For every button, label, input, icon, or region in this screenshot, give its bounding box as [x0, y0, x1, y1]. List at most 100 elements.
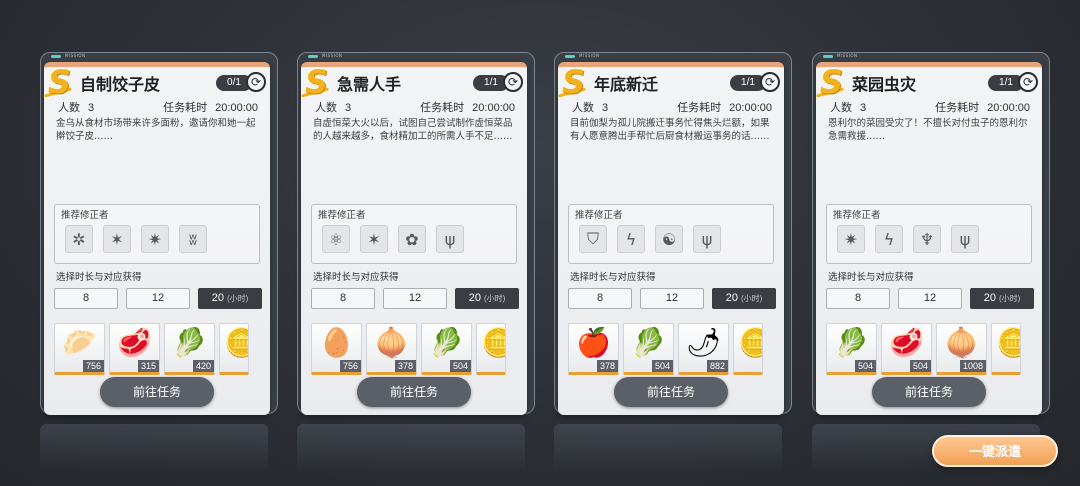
refresh-icon[interactable]: ⟳: [1018, 72, 1038, 92]
trident-icon[interactable]: ψ: [436, 225, 464, 253]
people-count-value: 3: [860, 102, 867, 114]
twin-flame-icon[interactable]: ʬ: [179, 225, 207, 253]
reward-item[interactable]: 🥬 504: [623, 323, 674, 375]
reward-item[interactable]: 🧅 378: [366, 323, 417, 375]
reward-quantity: 420: [192, 360, 214, 372]
duration-label: 选择时长与对应获得: [828, 272, 914, 283]
shield-icon[interactable]: ⛉: [579, 225, 607, 253]
mission-card[interactable]: MISSION S 年底新迁 1/1 ⟳ 人数 3 任务耗时 20:00:00 目前伽梨为孤儿院搬…: [554, 52, 792, 420]
mission-card[interactable]: MISSION S 急需人手 1/1 ⟳ 人数 3 任务耗时 20:00:00 自虚恒菜大火以后，…: [297, 52, 535, 420]
people-count: 人数 3: [315, 99, 351, 115]
atom-icon[interactable]: ⚛: [322, 225, 350, 253]
trident-icon[interactable]: ψ: [951, 225, 979, 253]
people-count-label: 人数: [830, 101, 852, 114]
refresh-icon[interactable]: ⟳: [503, 72, 523, 92]
reward-quantity: 504: [449, 360, 471, 372]
duration-option-20[interactable]: 20 (小时): [970, 288, 1034, 309]
duration-option-12[interactable]: 12: [898, 288, 962, 309]
lightning-icon[interactable]: ϟ: [617, 225, 645, 253]
reward-item[interactable]: 🪙: [219, 323, 249, 375]
six-point-star-icon[interactable]: ✶: [360, 225, 388, 253]
duration-value: 20: [468, 292, 481, 304]
reward-item[interactable]: 🥚 756: [311, 323, 362, 375]
reward-item[interactable]: 🪙: [476, 323, 506, 375]
crest-icon[interactable]: ♆: [913, 225, 941, 253]
recommended-box: 推荐修正者 ✷ ϟ ♆ ψ: [826, 204, 1032, 264]
mission-tag-marker: [51, 55, 61, 58]
lightning-icon[interactable]: ϟ: [875, 225, 903, 253]
reward-quantity: 1008: [959, 360, 986, 372]
star-burst-icon[interactable]: ✷: [141, 225, 169, 253]
duration-value: 20: [211, 292, 224, 304]
mission-time: 任务耗时 20:00:00: [677, 99, 772, 115]
reward-quantity: 378: [596, 360, 618, 372]
egg-icon: 🥚: [319, 326, 354, 359]
duration-option-8[interactable]: 8: [568, 288, 632, 309]
reward-quantity: 504: [909, 360, 931, 372]
six-point-star-icon[interactable]: ✶: [103, 225, 131, 253]
star-burst-icon[interactable]: ✷: [837, 225, 865, 253]
raw-meat-icon: 🥩: [117, 326, 152, 359]
duration-options: 8 12 20 (小时): [826, 288, 1034, 309]
duration-option-20[interactable]: 20 (小时): [712, 288, 776, 309]
duration-option-20[interactable]: 20 (小时): [455, 288, 519, 309]
duration-value: 12: [665, 292, 679, 304]
reward-item[interactable]: 🍎 378: [568, 323, 619, 375]
mission-card[interactable]: MISSION S 菜园虫灾 1/1 ⟳ 人数 3 任务耗时 20:00:00 恩利尔的菜园受灾了…: [812, 52, 1050, 420]
recommended-box: 推荐修正者 ⚛ ✶ ✿ ψ: [311, 204, 517, 264]
flower-icon[interactable]: ✿: [398, 225, 426, 253]
duration-option-12[interactable]: 12: [126, 288, 190, 309]
reward-item[interactable]: 🥬 504: [421, 323, 472, 375]
duration-option-8[interactable]: 8: [54, 288, 118, 309]
bok-choy-icon: 🥬: [834, 326, 869, 359]
hours-unit: (小时): [740, 294, 763, 303]
recommended-label: 推荐修正者: [575, 210, 623, 221]
mission-card[interactable]: MISSION S 自制饺子皮 0/1 ⟳ 人数 3 任务耗时 20:00:00 金乌从食材市场带…: [40, 52, 278, 420]
mission-tag: MISSION: [837, 53, 858, 58]
hours-unit: (小时): [226, 294, 249, 303]
duration-value: 12: [408, 292, 422, 304]
reward-item[interactable]: 🪙: [991, 323, 1021, 375]
reward-item[interactable]: 🥩 315: [109, 323, 160, 375]
reward-list: 🥬504🥩504🧅1008🪙: [826, 323, 1021, 375]
duration-option-20[interactable]: 20 (小时): [198, 288, 262, 309]
duration-option-8[interactable]: 8: [311, 288, 375, 309]
mission-time: 任务耗时 20:00:00: [163, 99, 258, 115]
card-reflection: [554, 424, 782, 474]
people-count-label: 人数: [58, 101, 80, 114]
reward-quantity: 882: [706, 360, 728, 372]
refresh-icon[interactable]: ⟳: [246, 72, 266, 92]
spiky-crystal-icon[interactable]: ✲: [65, 225, 93, 253]
mission-title: 菜园虫灾: [852, 75, 917, 94]
reward-list: 🥚756🧅378🥬504🪙: [311, 323, 506, 375]
reward-item[interactable]: 🥬 420: [164, 323, 215, 375]
reward-item[interactable]: 🪙: [733, 323, 763, 375]
go-to-mission-button[interactable]: 前往任务: [872, 377, 986, 407]
go-to-mission-button[interactable]: 前往任务: [357, 377, 471, 407]
reward-quantity: 504: [651, 360, 673, 372]
go-to-mission-button[interactable]: 前往任务: [614, 377, 728, 407]
mission-tag-marker: [823, 55, 833, 58]
duration-value: 20: [983, 292, 996, 304]
recommended-label: 推荐修正者: [833, 210, 881, 221]
dispatch-all-button[interactable]: 一键派遣: [932, 435, 1058, 467]
reward-item[interactable]: 🥬 504: [826, 323, 877, 375]
card-panel: S 年底新迁 1/1 ⟳ 人数 3 任务耗时 20:00:00 目前伽梨为孤儿院搬迁事务忙得焦头…: [558, 62, 784, 415]
refresh-icon[interactable]: ⟳: [760, 72, 780, 92]
bok-choy-icon: 🥬: [429, 326, 464, 359]
duration-label: 选择时长与对应获得: [56, 272, 142, 283]
reward-item[interactable]: 🧅 1008: [936, 323, 987, 375]
people-count-label: 人数: [315, 101, 337, 114]
duration-option-12[interactable]: 12: [383, 288, 447, 309]
trident-icon[interactable]: ψ: [693, 225, 721, 253]
duration-option-12[interactable]: 12: [640, 288, 704, 309]
duration-option-8[interactable]: 8: [826, 288, 890, 309]
reward-quantity: 756: [82, 360, 104, 372]
duration-value: 12: [923, 292, 937, 304]
reward-item[interactable]: 🥟 756: [54, 323, 105, 375]
reward-quantity: 315: [137, 360, 159, 372]
go-to-mission-button[interactable]: 前往任务: [100, 377, 214, 407]
swirl-icon[interactable]: ☯: [655, 225, 683, 253]
reward-item[interactable]: 🥩 504: [881, 323, 932, 375]
reward-item[interactable]: 🌶 882: [678, 323, 729, 375]
